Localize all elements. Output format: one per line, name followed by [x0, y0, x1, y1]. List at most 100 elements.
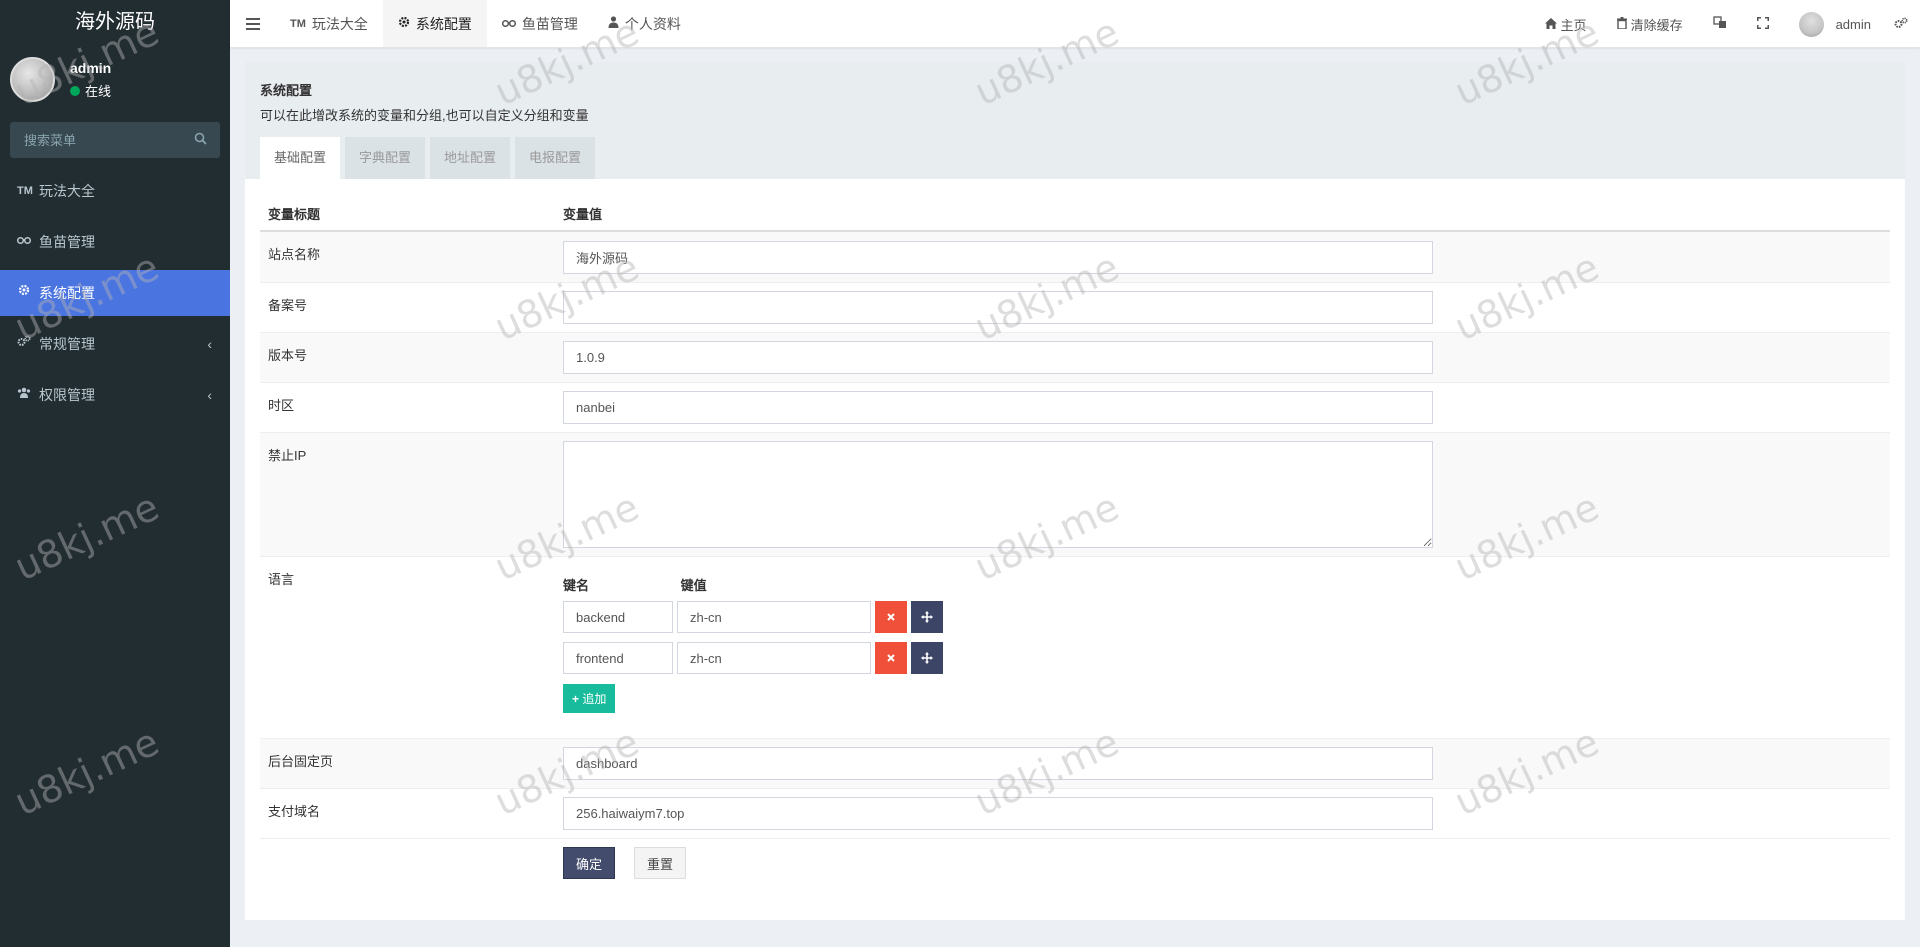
sidebar-item-label: 常规管理 — [39, 336, 95, 352]
tab-address-config[interactable]: 地址配置 — [430, 137, 511, 179]
chevron-left-icon: ‹ — [207, 387, 212, 403]
row-label: 时区 — [268, 398, 295, 413]
kv-row — [563, 642, 943, 674]
sidebar-item-auth[interactable]: 权限管理 ‹ — [0, 372, 230, 418]
fullscreen-button[interactable] — [1742, 0, 1784, 48]
binoculars-icon — [501, 17, 516, 31]
app-logo[interactable]: 海外源码 — [0, 0, 230, 45]
gears-icon — [17, 321, 31, 367]
add-row-button[interactable]: + 追加 — [563, 684, 616, 713]
sidebar-item-label: 权限管理 — [39, 387, 95, 403]
version-input[interactable] — [563, 341, 1433, 374]
top-right-toolbar: 主页 清除缓存 admin — [1530, 0, 1920, 48]
config-table: 变量标题 变量值 站点名称 备案号 版本号 时区 禁止IP 语言 键名 键值 — [260, 192, 1890, 889]
gear-icon — [398, 16, 410, 31]
user-status-text: 在线 — [85, 84, 112, 99]
drag-row-button[interactable] — [911, 642, 943, 674]
tab-system-config[interactable]: 系统配置 — [382, 0, 487, 47]
trash-icon — [1616, 16, 1627, 32]
user-name: admin — [70, 60, 112, 76]
submit-button[interactable]: 确定 — [563, 847, 616, 879]
tm-icon: TM — [17, 185, 33, 197]
plus-icon: + — [572, 692, 580, 706]
home-label: 主页 — [1560, 17, 1587, 33]
site-name-input[interactable] — [563, 241, 1433, 274]
user-avatar — [10, 57, 55, 102]
tab-dict-config[interactable]: 字典配置 — [345, 137, 426, 179]
sidebar-menu: TM 玩法大全 鱼苗管理 系统配置 常规管理 ‹ 权限管理 ‹ — [0, 168, 230, 418]
table-row-language: 语言 键名 键值 backend zh-cn frontend zh-cn + … — [260, 557, 1890, 739]
close-icon — [887, 654, 895, 662]
table-row-pay-domain: 支付域名 — [260, 789, 1890, 839]
clear-cache-button[interactable]: 清除缓存 — [1602, 0, 1698, 48]
table-row-timezone: 时区 — [260, 383, 1890, 433]
sidebar-item-label: 玩法大全 — [39, 183, 95, 199]
search-icon[interactable] — [194, 132, 208, 146]
reset-button[interactable]: 重置 — [634, 847, 687, 879]
move-icon — [921, 611, 933, 623]
remove-row-button[interactable] — [875, 601, 907, 633]
close-icon — [887, 613, 895, 621]
beian-input[interactable] — [563, 291, 1433, 324]
row-label: 语言 — [268, 572, 295, 587]
user-status: 在线 — [70, 81, 111, 100]
home-link[interactable]: 主页 — [1530, 0, 1602, 48]
panel-description: 可以在此增改系统的变量和分组,也可以自定义分组和变量 — [260, 108, 589, 123]
tab-label: 个人资料 — [624, 15, 681, 32]
gear-icon — [17, 270, 31, 316]
tab-profile[interactable]: 个人资料 — [593, 0, 696, 47]
remove-row-button[interactable] — [875, 642, 907, 674]
column-header-value: 变量值 — [563, 207, 603, 222]
sidebar-item-system-config[interactable]: 系统配置 — [0, 270, 230, 316]
avatar — [1798, 11, 1824, 37]
drag-row-button[interactable] — [911, 601, 943, 633]
menu-toggle-icon[interactable] — [230, 0, 275, 47]
panel-heading: 系统配置 可以在此增改系统的变量和分组,也可以自定义分组和变量 基础配置 字典配… — [245, 62, 1905, 179]
tab-label: 鱼苗管理 — [521, 15, 578, 32]
sidebar-search — [10, 122, 220, 158]
table-row-beian: 备案号 — [260, 283, 1890, 333]
sidebar-item-yumiao[interactable]: 鱼苗管理 — [0, 219, 230, 265]
tab-yumiao[interactable]: 鱼苗管理 — [487, 0, 593, 47]
kv-key-input[interactable] — [563, 601, 673, 633]
kv-row — [563, 601, 943, 633]
sidebar-item-label: 系统配置 — [39, 285, 95, 301]
table-row-version: 版本号 — [260, 333, 1890, 383]
kv-header: 键名 键值 — [563, 575, 707, 594]
row-label: 站点名称 — [268, 247, 321, 262]
sidebar-search-input[interactable] — [10, 122, 220, 158]
timezone-input[interactable] — [563, 391, 1433, 424]
home-icon — [1544, 17, 1557, 32]
clear-cache-label: 清除缓存 — [1630, 17, 1683, 33]
language-switch-button[interactable] — [1698, 0, 1742, 48]
kv-key-input[interactable] — [563, 642, 673, 674]
sidebar: 海外源码 admin 在线 TM 玩法大全 鱼苗管理 — [0, 0, 230, 947]
sidebar-item-label: 鱼苗管理 — [39, 234, 95, 250]
tab-telegram-config[interactable]: 电报配置 — [515, 137, 596, 179]
pay-domain-input[interactable] — [563, 797, 1433, 830]
binoculars-icon — [16, 219, 32, 265]
config-panel: 系统配置 可以在此增改系统的变量和分组,也可以自定义分组和变量 基础配置 字典配… — [245, 62, 1905, 920]
tab-basic-config[interactable]: 基础配置 — [260, 137, 341, 179]
ban-ip-textarea[interactable] — [563, 441, 1433, 548]
top-username: admin — [1835, 16, 1871, 32]
fixed-page-input[interactable] — [563, 747, 1433, 780]
tab-wanfa[interactable]: TM 玩法大全 — [275, 0, 383, 47]
row-label: 版本号 — [268, 348, 308, 363]
tab-label: 系统配置 — [415, 15, 472, 32]
table-row-ban-ip: 禁止IP — [260, 433, 1890, 557]
table-row-fixed-page: 后台固定页 — [260, 739, 1890, 789]
kv-value-input[interactable] — [677, 601, 871, 633]
settings-button[interactable] — [1886, 0, 1920, 48]
kv-value-input[interactable] — [677, 642, 871, 674]
key-value-header: 键值 — [680, 578, 707, 593]
online-dot-icon — [70, 85, 80, 96]
sidebar-item-general[interactable]: 常规管理 ‹ — [0, 321, 230, 367]
sidebar-item-wanfa[interactable]: TM 玩法大全 — [0, 168, 230, 214]
row-label: 后台固定页 — [268, 754, 334, 769]
add-label: 追加 — [582, 692, 607, 706]
user-menu[interactable]: admin — [1784, 0, 1886, 48]
panel-title: 系统配置 — [260, 83, 313, 98]
row-label: 支付域名 — [268, 804, 321, 819]
user-panel: admin 在线 — [0, 45, 230, 110]
